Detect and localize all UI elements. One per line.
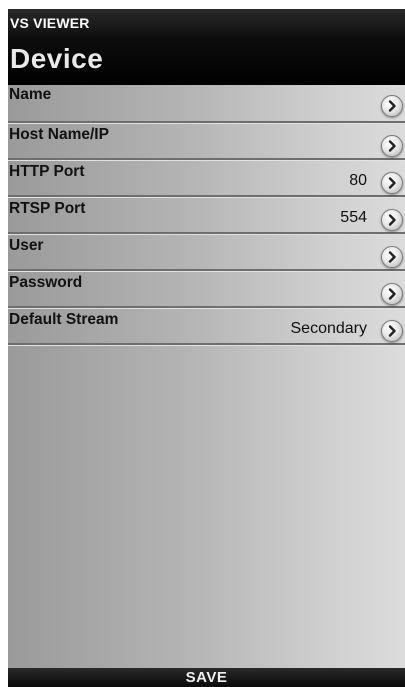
save-button[interactable]: SAVE — [8, 668, 405, 687]
setting-row-host[interactable]: Host Name/IP — [8, 123, 405, 160]
setting-row-rtsp-port[interactable]: RTSP Port 554 — [8, 197, 405, 234]
setting-label: Name — [9, 86, 52, 103]
setting-value: 554 — [340, 209, 367, 226]
setting-label: HTTP Port — [9, 163, 85, 180]
setting-row-name[interactable]: Name — [8, 85, 405, 123]
setting-label: Default Stream — [9, 311, 119, 328]
setting-label: User — [9, 237, 44, 254]
chevron-right-icon[interactable] — [381, 246, 403, 268]
setting-row-user[interactable]: User — [8, 234, 405, 271]
app-frame: VS VIEWER Device Name Host Name/IP HTTP … — [8, 9, 405, 687]
chevron-right-icon[interactable] — [381, 320, 403, 342]
setting-label: RTSP Port — [9, 200, 86, 217]
setting-value: 80 — [349, 172, 367, 189]
settings-list: Name Host Name/IP HTTP Port 80 RTSP Port… — [8, 85, 405, 345]
setting-label: Host Name/IP — [9, 126, 109, 143]
chevron-right-icon[interactable] — [381, 209, 403, 231]
chevron-right-icon[interactable] — [381, 172, 403, 194]
setting-row-http-port[interactable]: HTTP Port 80 — [8, 160, 405, 197]
chevron-right-icon[interactable] — [381, 95, 403, 117]
setting-label: Password — [9, 274, 83, 291]
setting-value: Secondary — [290, 320, 368, 337]
chevron-right-icon[interactable] — [381, 135, 403, 157]
save-button-label: SAVE — [185, 669, 228, 686]
setting-row-password[interactable]: Password — [8, 271, 405, 308]
title-bar: VS VIEWER Device — [8, 9, 405, 85]
chevron-right-icon[interactable] — [381, 283, 403, 305]
setting-row-default-stream[interactable]: Default Stream Secondary — [8, 308, 405, 345]
page-title: Device — [10, 43, 104, 74]
app-title: VS VIEWER — [10, 15, 90, 31]
